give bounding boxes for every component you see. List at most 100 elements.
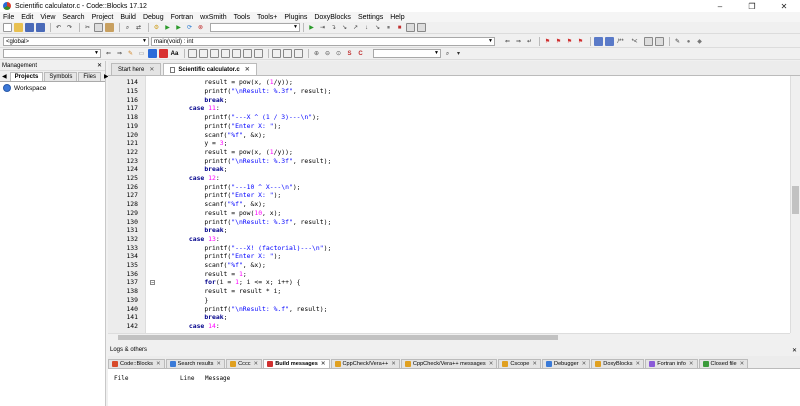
- tab-code-blocks[interactable]: Code::Blocks ✕: [108, 359, 165, 368]
- close-tab-icon[interactable]: ✕: [254, 361, 259, 367]
- code-line[interactable]: 136 result = 1;: [108, 269, 790, 278]
- marker-icon[interactable]: ◆: [695, 37, 704, 46]
- code-line[interactable]: 141 break;: [108, 313, 790, 322]
- code-line[interactable]: 137 for(i = 1; i <= x; i++) {: [108, 278, 790, 287]
- column-line[interactable]: Line: [180, 375, 205, 382]
- edit-tool-icon[interactable]: ✎: [673, 37, 682, 46]
- code-line[interactable]: 139}: [108, 296, 790, 305]
- widget-icon[interactable]: [283, 49, 292, 58]
- menu-wxsmith[interactable]: wxSmith: [200, 14, 226, 21]
- tab-closed-file[interactable]: Closed file ✕: [698, 359, 749, 368]
- build-messages-list[interactable]: File Line Message: [108, 369, 800, 406]
- editor-horizontal-scrollbar[interactable]: [108, 333, 790, 341]
- maximize-button[interactable]: ❐: [736, 0, 768, 12]
- doxy-extract-icon[interactable]: [605, 37, 614, 46]
- widget-icon[interactable]: [294, 49, 303, 58]
- build-target-select[interactable]: ▼: [210, 23, 300, 32]
- step-into-icon[interactable]: ↘: [340, 23, 349, 32]
- close-tab-icon[interactable]: ✕: [321, 361, 326, 367]
- close-tab-icon[interactable]: ✕: [532, 361, 537, 367]
- cut-icon[interactable]: ✂: [83, 23, 92, 32]
- layout-icon[interactable]: [188, 49, 197, 58]
- code-line[interactable]: 121 y = 3;: [108, 139, 790, 148]
- column-file[interactable]: File: [114, 375, 180, 382]
- widget-icon[interactable]: [272, 49, 281, 58]
- close-tab-icon[interactable]: ✕: [216, 361, 221, 367]
- layout-icon[interactable]: [210, 49, 219, 58]
- stop-debug-icon[interactable]: ■: [395, 23, 404, 32]
- step-out-icon[interactable]: ↗: [351, 23, 360, 32]
- close-tab-icon[interactable]: ✕: [740, 361, 745, 367]
- menu-search[interactable]: Search: [62, 14, 84, 21]
- function-select[interactable]: main(void) : int ▼: [151, 37, 495, 46]
- close-tab-icon[interactable]: ✕: [391, 361, 396, 367]
- menu-view[interactable]: View: [40, 14, 55, 21]
- last-jump-icon[interactable]: ↵: [525, 37, 534, 46]
- scrollbar-thumb[interactable]: [118, 335, 558, 340]
- search-input[interactable]: ▼: [373, 49, 441, 58]
- breakpoint-icon[interactable]: ●: [684, 37, 693, 46]
- menu-project[interactable]: Project: [92, 14, 114, 21]
- pause-icon[interactable]: ⏸: [384, 23, 393, 32]
- code-line[interactable]: 142 case 14:: [108, 322, 790, 331]
- code-style-icon[interactable]: C: [356, 49, 365, 58]
- redo-icon[interactable]: ↷: [65, 23, 74, 32]
- tab-debugger[interactable]: Debugger ✕: [542, 359, 591, 368]
- paste-icon[interactable]: [105, 23, 114, 32]
- close-tab-icon[interactable]: ✕: [689, 361, 694, 367]
- menu-fortran[interactable]: Fortran: [171, 14, 194, 21]
- tab-symbols[interactable]: Symbols: [44, 72, 78, 81]
- code-line[interactable]: 116 break;: [108, 95, 790, 104]
- tab-doxyblocks[interactable]: DoxyBlocks ✕: [591, 359, 645, 368]
- tab-build-messages[interactable]: Build messages ✕: [263, 359, 330, 368]
- close-tab-icon[interactable]: ✕: [245, 66, 250, 73]
- zoom-in-icon[interactable]: ⊕: [312, 49, 321, 58]
- bookmark-clear-icon[interactable]: ⚑: [576, 37, 585, 46]
- tab-scientific-calculator[interactable]: Scientific calculator.c ✕: [163, 63, 257, 75]
- workspace-node[interactable]: Workspace: [0, 82, 105, 94]
- menu-edit[interactable]: Edit: [21, 14, 33, 21]
- close-tab-icon[interactable]: ✕: [636, 361, 641, 367]
- close-tab-icon[interactable]: ✕: [489, 361, 494, 367]
- run-icon[interactable]: ▶: [163, 23, 172, 32]
- code-line[interactable]: 133 printf("---X! (factorial)---\n");: [108, 243, 790, 252]
- code-line[interactable]: 135 scanf("%f", &x);: [108, 261, 790, 270]
- tab-fortran-info[interactable]: Fortran info ✕: [645, 359, 698, 368]
- tab-cppcheck-vera-messages[interactable]: CppCheck/Vera++ messages ✕: [400, 359, 498, 368]
- tab-files[interactable]: Files: [78, 72, 101, 81]
- search-icon[interactable]: ⌕: [443, 49, 452, 58]
- jump-forward-icon[interactable]: ⇒: [514, 37, 523, 46]
- text-bold-icon[interactable]: Aa: [170, 49, 179, 58]
- column-message[interactable]: Message: [205, 375, 230, 382]
- code-line[interactable]: 123 printf("\nResult: %.3f", result);: [108, 156, 790, 165]
- code-line[interactable]: 118 printf("---X ^ (1 / 3)---\n");: [108, 113, 790, 122]
- layout-icon[interactable]: [243, 49, 252, 58]
- rebuild-icon[interactable]: ⟳: [185, 23, 194, 32]
- code-line[interactable]: 126 printf("---10 ^ X---\n");: [108, 182, 790, 191]
- close-tab-icon[interactable]: ✕: [149, 66, 154, 73]
- nav-back-icon[interactable]: ⇐: [104, 49, 113, 58]
- code-line[interactable]: 131 break;: [108, 226, 790, 235]
- menu-doxyblocks[interactable]: DoxyBlocks: [314, 14, 351, 21]
- scope-select[interactable]: <global> ▼: [3, 37, 149, 46]
- menu-file[interactable]: File: [3, 14, 14, 21]
- doxy-html-icon[interactable]: [644, 37, 653, 46]
- tab-scroll-left-icon[interactable]: ◀: [0, 72, 9, 81]
- bookmark-toggle-icon[interactable]: ⚑: [543, 37, 552, 46]
- code-line[interactable]: 128 scanf("%f", &x);: [108, 200, 790, 209]
- tab-cccc[interactable]: Cccc ✕: [226, 359, 263, 368]
- fold-toggle-icon[interactable]: −: [150, 280, 155, 286]
- close-button[interactable]: ✕: [768, 0, 800, 12]
- code-line[interactable]: 129 result = pow(10, x);: [108, 209, 790, 218]
- debug-start-icon[interactable]: ▶: [307, 23, 316, 32]
- scrollbar-thumb[interactable]: [792, 186, 799, 214]
- zoom-reset-icon[interactable]: ⊙: [334, 49, 343, 58]
- abort-icon[interactable]: ⊗: [196, 23, 205, 32]
- nav-forward-icon[interactable]: ⇒: [115, 49, 124, 58]
- next-line-icon[interactable]: ↴: [329, 23, 338, 32]
- replace-icon[interactable]: ⇄: [134, 23, 143, 32]
- jump-back-icon[interactable]: ⇐: [503, 37, 512, 46]
- undo-icon[interactable]: ↶: [54, 23, 63, 32]
- code-line[interactable]: 119 printf("Enter X: ");: [108, 122, 790, 131]
- open-file-icon[interactable]: [14, 23, 23, 32]
